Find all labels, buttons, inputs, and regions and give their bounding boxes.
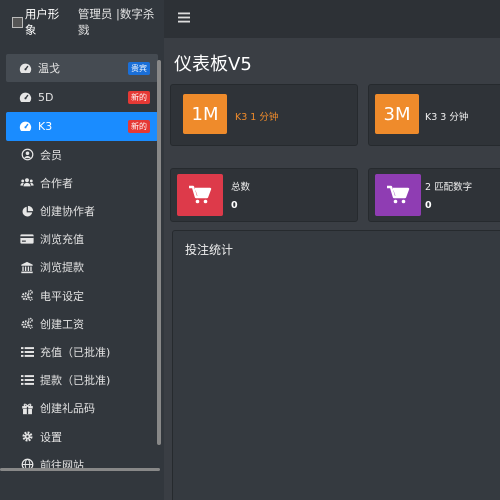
topbar [164,0,500,38]
sidebar-scrollbar-horizontal[interactable] [0,468,160,471]
sidebar-item-level-settings[interactable]: 电平设定 [0,282,164,310]
sidebar: 用户形象 管理员 |数字杀戮 温戈 贵宾 5D 新的 K3 新的 会员 合作者 … [0,0,164,500]
sidebar-item-create-salary[interactable]: 创建工资 [0,310,164,338]
betting-stats-title: 投注统计 [185,243,234,257]
pie-chart-icon [20,204,34,218]
sidebar-item-label: 创建工资 [40,317,84,331]
sidebar-item-browse-recharge[interactable]: 浏览充值 [0,225,164,253]
new-badge: 新的 [128,91,150,105]
tachometer-icon [18,119,32,133]
sidebar-item-wingo[interactable]: 温戈 贵宾 [6,54,158,83]
betting-stats-panel: 投注统计 [172,230,500,500]
list-icon [20,373,34,387]
sidebar-item-create-collaborator[interactable]: 创建协作者 [0,197,164,225]
gift-icon [20,401,34,415]
vip-badge: 贵宾 [128,62,150,75]
game-card-k3-1min[interactable]: 1M K3 1 分钟 [170,84,358,146]
main-content: 仪表板V5 1M K3 1 分钟 3M K3 3 分钟 总数 0 2 匹配数字 … [164,38,500,500]
sidebar-item-label: 浏览充值 [40,233,84,247]
cart-icon [375,174,421,216]
tachometer-icon [18,61,32,75]
sidebar-item-label: 浏览提款 [40,261,84,275]
sidebar-item-partners[interactable]: 合作者 [0,169,164,197]
sidebar-item-label: 5D [38,90,54,104]
game-box-1m: 1M [183,94,227,134]
game-card-k3-3min[interactable]: 3M K3 3 分钟 [368,84,500,146]
cogs-icon [20,289,34,303]
sidebar-item-label: 温戈 [38,62,60,76]
users-icon [20,176,34,190]
tachometer-icon [18,90,32,104]
user-role: 管理员 |数字杀戮 [77,7,155,37]
brand-header: 用户形象 管理员 |数字杀戮 [0,0,164,44]
sidebar-item-label: 会员 [40,148,62,162]
match-label: 2 匹配数字 [425,182,473,193]
sidebar-item-withdraw-approved[interactable]: 提款（已批准) [0,366,164,394]
match-value: 0 [425,200,432,211]
sidebar-item-label: 创建协作者 [40,205,95,219]
sidebar-item-k3[interactable]: K3 新的 [6,112,158,141]
sidebar-item-members[interactable]: 会员 [0,141,164,169]
game-box-label: 1M [191,103,219,125]
sidebar-item-label: 设置 [40,430,62,444]
user-circle-icon [20,148,34,162]
sidebar-item-label: K3 [38,119,53,133]
sidebar-item-create-gift-code[interactable]: 创建礼品码 [0,394,164,422]
total-label: 总数 [231,182,251,193]
sidebar-item-label: 创建礼品码 [40,402,95,416]
bank-icon [20,260,34,274]
menu-toggle-icon[interactable] [178,11,190,27]
brand-title: 用户形象 [24,7,60,37]
avatar [12,16,23,28]
sidebar-item-settings[interactable]: 设置 [0,422,164,450]
sidebar-item-label: 充值（已批准) [40,345,111,359]
sidebar-item-browse-withdraw[interactable]: 浏览提款 [0,253,164,281]
total-card: 总数 0 [170,168,358,222]
sidebar-item-label: 合作者 [40,176,73,190]
credit-card-icon [20,232,34,246]
sidebar-item-5d[interactable]: 5D 新的 [6,83,158,111]
new-badge: 新的 [128,120,150,134]
sidebar-item-recharge-approved[interactable]: 充值（已批准) [0,338,164,366]
cogs-icon [20,317,34,331]
cart-icon [177,174,223,216]
sidebar-item-label: 提款（已批准) [40,374,111,388]
page-title: 仪表板V5 [174,54,252,75]
game-box-label: 3M [383,103,411,125]
game-box-3m: 3M [375,94,419,134]
total-value: 0 [231,200,238,211]
sidebar-item-label: 电平设定 [40,289,84,303]
match-card: 2 匹配数字 0 [368,168,500,222]
sidebar-scrollbar-vertical[interactable] [157,60,161,445]
game-card-label: K3 1 分钟 [235,112,279,123]
sidebar-item-go-to-website[interactable]: 前往网站 [0,451,164,479]
gear-icon [20,430,34,444]
game-card-label: K3 3 分钟 [425,112,469,123]
sidebar-menu: 温戈 贵宾 5D 新的 K3 新的 会员 合作者 创建协作者 浏览充值 浏览提款… [0,54,164,479]
list-icon [20,345,34,359]
